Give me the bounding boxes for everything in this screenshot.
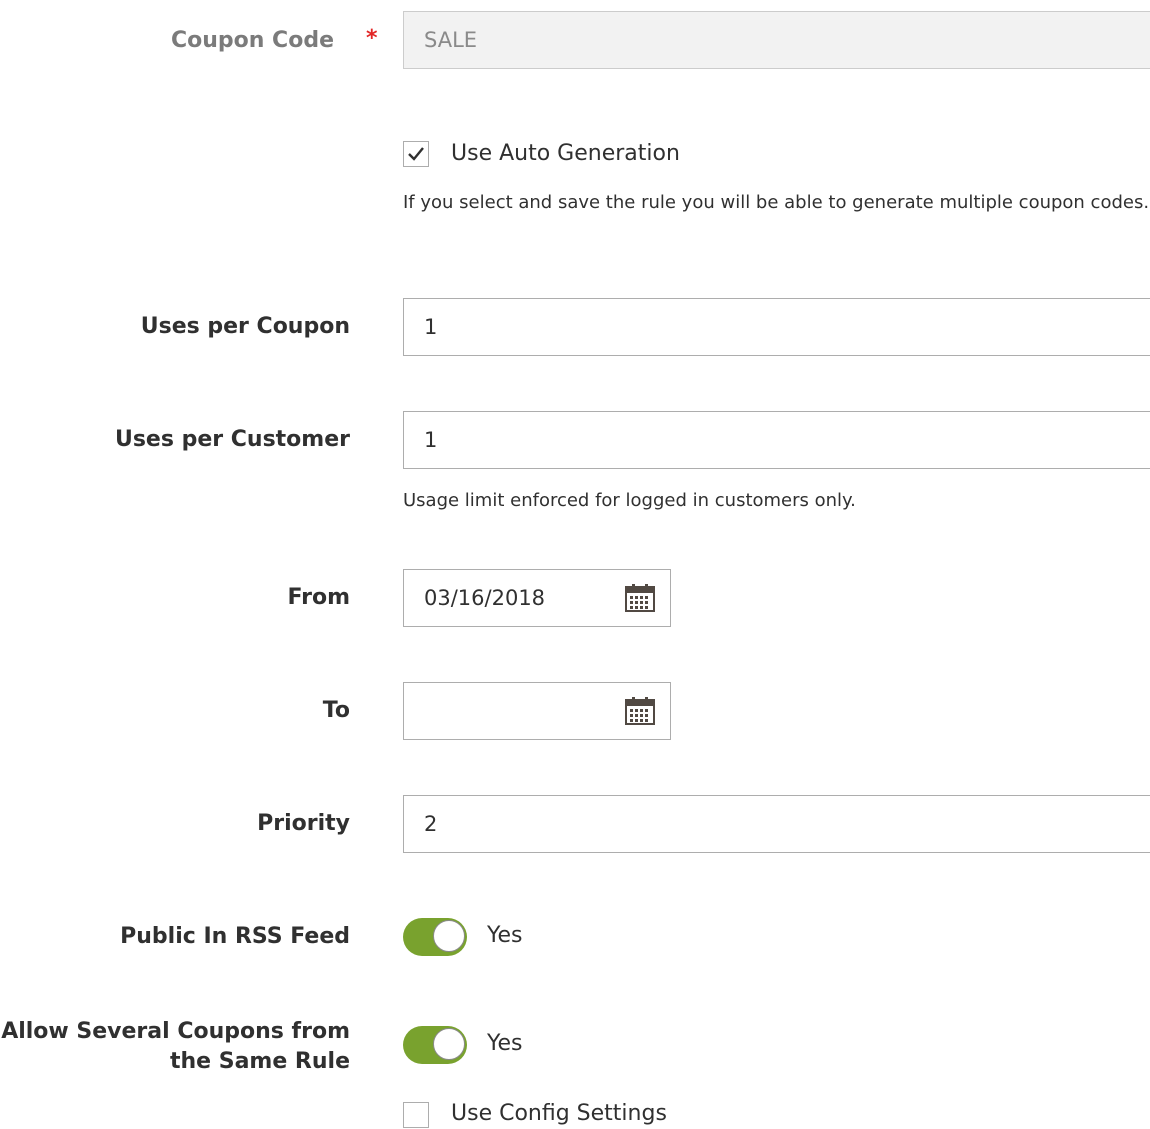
coupon-code-label: Coupon Code [170,28,334,53]
uses-per-customer-input[interactable]: 1 [403,411,1150,469]
uses-per-customer-note: Usage limit enforced for logged in custo… [403,490,856,511]
calendar-icon[interactable] [624,696,656,726]
to-label: To [322,698,350,723]
coupon-code-input[interactable]: SALE [403,11,1150,69]
uses-per-coupon-input[interactable]: 1 [403,298,1150,356]
public-in-rss-toggle[interactable] [403,918,467,956]
use-config-settings-label[interactable]: Use Config Settings [451,1099,667,1129]
uses-per-coupon-label: Uses per Coupon [140,314,350,339]
toggle-knob [433,1028,465,1060]
checkmark-icon [408,147,424,161]
priority-label: Priority [257,811,350,836]
allow-several-coupons-label: Allow Several Coupons from the Same Rule [1,1017,350,1077]
allow-several-coupons-state: Yes [487,1031,523,1056]
from-date-value: 03/16/2018 [424,586,546,610]
allow-several-line1: Allow Several Coupons from [1,1019,350,1044]
allow-several-coupons-toggle[interactable] [403,1026,467,1064]
use-auto-generation-checkbox[interactable] [403,141,429,167]
from-date-input[interactable]: 03/16/2018 [403,569,671,627]
from-label: From [287,585,350,610]
use-auto-generation-label[interactable]: Use Auto Generation [451,139,680,169]
to-date-input[interactable] [403,682,671,740]
auto-generation-note: If you select and save the rule you will… [403,192,1150,213]
calendar-icon[interactable] [624,583,656,613]
uses-per-customer-label: Uses per Customer [114,427,350,452]
required-marker: * [366,26,378,51]
use-config-settings-checkbox[interactable] [403,1102,429,1128]
allow-several-line2: the Same Rule [169,1049,350,1074]
priority-input[interactable]: 2 [403,795,1150,853]
toggle-knob [433,920,465,952]
public-in-rss-label: Public In RSS Feed [120,924,350,949]
public-in-rss-state: Yes [487,923,523,948]
